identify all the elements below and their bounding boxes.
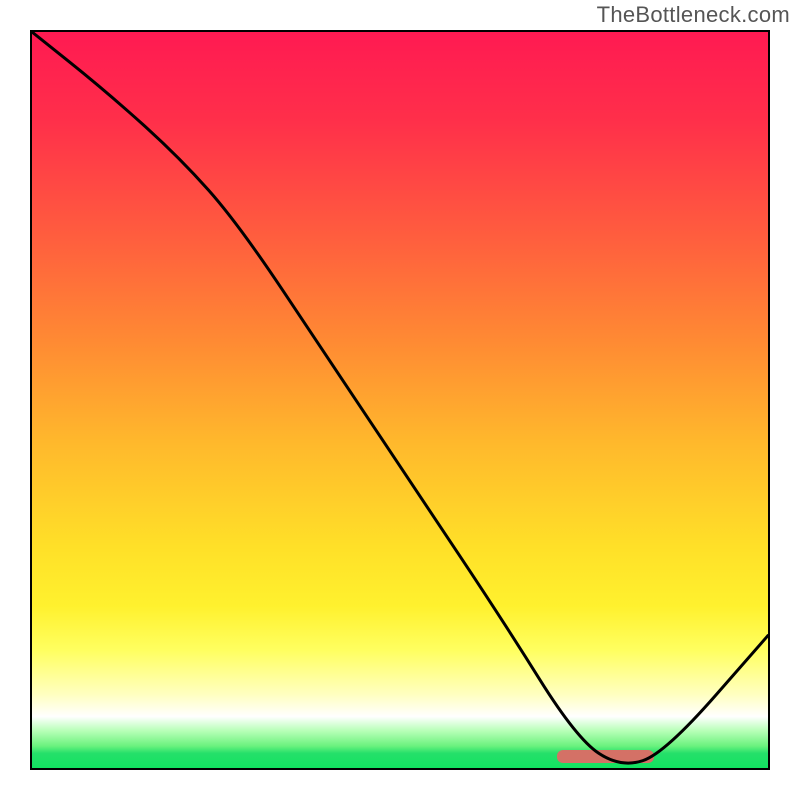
heat-gradient [32,32,768,768]
target-range-marker [557,750,653,763]
plot-area [30,30,770,770]
chart-frame: TheBottleneck.com [0,0,800,800]
watermark-text: TheBottleneck.com [597,2,790,28]
